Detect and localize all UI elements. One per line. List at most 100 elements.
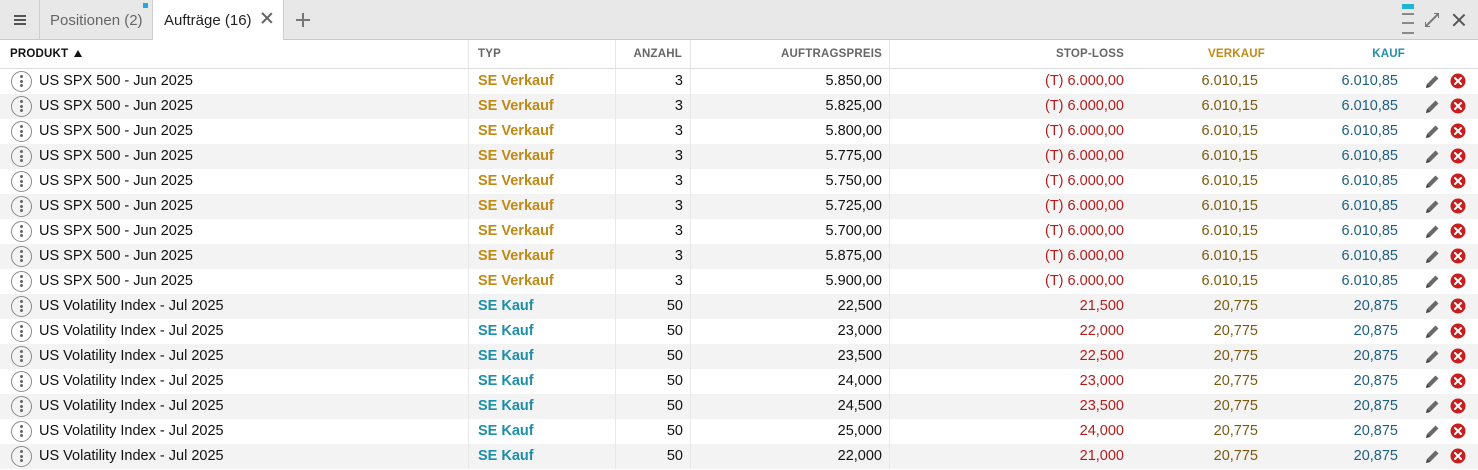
row-menu-icon[interactable] bbox=[11, 246, 32, 267]
delete-order-icon[interactable] bbox=[1450, 223, 1466, 239]
cell-stop-loss: 23,500 bbox=[889, 394, 1131, 419]
delete-order-icon[interactable] bbox=[1450, 398, 1466, 414]
cell-verkauf: 6.010,15 bbox=[1201, 198, 1258, 214]
tab-positions-label: Positionen (2) bbox=[50, 11, 143, 29]
cell-auftragspreis: 5.800,00 bbox=[690, 119, 889, 144]
cell-stop-loss: (T) 6.000,00 bbox=[889, 219, 1131, 244]
table-row[interactable]: US SPX 500 - Jun 2025 SE Verkauf 3 5.775… bbox=[0, 144, 1478, 169]
edit-pencil-icon[interactable] bbox=[1424, 448, 1441, 465]
cell-produkt: US Volatility Index - Jul 2025 bbox=[39, 348, 224, 364]
table-row[interactable]: US Volatility Index - Jul 2025 SE Kauf 5… bbox=[0, 344, 1478, 369]
row-menu-icon[interactable] bbox=[11, 71, 32, 92]
edit-pencil-icon[interactable] bbox=[1424, 148, 1441, 165]
edit-pencil-icon[interactable] bbox=[1424, 373, 1441, 390]
tab-orders[interactable]: Aufträge (16) bbox=[153, 0, 284, 41]
delete-order-icon[interactable] bbox=[1450, 423, 1466, 439]
edit-pencil-icon[interactable] bbox=[1424, 248, 1441, 265]
delete-order-icon[interactable] bbox=[1450, 123, 1466, 139]
delete-order-icon[interactable] bbox=[1450, 348, 1466, 364]
delete-order-icon[interactable] bbox=[1450, 173, 1466, 189]
table-row[interactable]: US SPX 500 - Jun 2025 SE Verkauf 3 5.850… bbox=[0, 69, 1478, 94]
tab-positions[interactable]: Positionen (2) bbox=[40, 0, 153, 40]
delete-order-icon[interactable] bbox=[1450, 73, 1466, 89]
edit-pencil-icon[interactable] bbox=[1424, 198, 1441, 215]
table-row[interactable]: US SPX 500 - Jun 2025 SE Verkauf 3 5.900… bbox=[0, 269, 1478, 294]
row-menu-icon[interactable] bbox=[11, 146, 32, 167]
delete-order-icon[interactable] bbox=[1450, 148, 1466, 164]
column-header-auftragspreis[interactable]: AUFTRAGSPREIS bbox=[690, 40, 889, 69]
table-row[interactable]: US SPX 500 - Jun 2025 SE Verkauf 3 5.725… bbox=[0, 194, 1478, 219]
delete-order-icon[interactable] bbox=[1450, 448, 1466, 464]
edit-pencil-icon[interactable] bbox=[1424, 173, 1441, 190]
column-header-kauf[interactable]: KAUF bbox=[1265, 40, 1405, 69]
row-menu-icon[interactable] bbox=[11, 446, 32, 467]
table-row[interactable]: US Volatility Index - Jul 2025 SE Kauf 5… bbox=[0, 444, 1478, 469]
edit-pencil-icon[interactable] bbox=[1424, 273, 1441, 290]
table-row[interactable]: US Volatility Index - Jul 2025 SE Kauf 5… bbox=[0, 369, 1478, 394]
cell-anzahl: 50 bbox=[615, 344, 690, 369]
row-menu-icon[interactable] bbox=[11, 421, 32, 442]
row-menu-icon[interactable] bbox=[11, 121, 32, 142]
table-row[interactable]: US SPX 500 - Jun 2025 SE Verkauf 3 5.875… bbox=[0, 244, 1478, 269]
column-header-stop-loss[interactable]: STOP-LOSS bbox=[889, 40, 1131, 69]
add-tab-icon[interactable] bbox=[294, 11, 312, 29]
table-row[interactable]: US SPX 500 - Jun 2025 SE Verkauf 3 5.800… bbox=[0, 119, 1478, 144]
cell-stop-loss: (T) 6.000,00 bbox=[889, 244, 1131, 269]
delete-order-icon[interactable] bbox=[1450, 98, 1466, 114]
row-menu-icon[interactable] bbox=[11, 271, 32, 292]
delete-order-icon[interactable] bbox=[1450, 323, 1466, 339]
row-menu-icon[interactable] bbox=[11, 221, 32, 242]
cell-stop-loss: 21,500 bbox=[889, 294, 1131, 319]
cell-stop-loss: (T) 6.000,00 bbox=[889, 119, 1131, 144]
delete-order-icon[interactable] bbox=[1450, 273, 1466, 289]
edit-pencil-icon[interactable] bbox=[1424, 123, 1441, 140]
column-header-anzahl[interactable]: ANZAHL bbox=[615, 40, 690, 69]
column-header-typ[interactable]: TYP bbox=[468, 40, 615, 69]
table-row[interactable]: US SPX 500 - Jun 2025 SE Verkauf 3 5.750… bbox=[0, 169, 1478, 194]
layout-icon[interactable] bbox=[1402, 4, 1414, 36]
edit-pencil-icon[interactable] bbox=[1424, 223, 1441, 240]
edit-pencil-icon[interactable] bbox=[1424, 423, 1441, 440]
delete-order-icon[interactable] bbox=[1450, 298, 1466, 314]
edit-pencil-icon[interactable] bbox=[1424, 298, 1441, 315]
close-tab-icon[interactable] bbox=[261, 12, 273, 24]
table-row[interactable]: US Volatility Index - Jul 2025 SE Kauf 5… bbox=[0, 319, 1478, 344]
edit-pencil-icon[interactable] bbox=[1424, 398, 1441, 415]
column-header-verkauf[interactable]: VERKAUF bbox=[1131, 40, 1265, 69]
row-menu-icon[interactable] bbox=[11, 296, 32, 317]
row-menu-icon[interactable] bbox=[11, 371, 32, 392]
delete-order-icon[interactable] bbox=[1450, 248, 1466, 264]
row-menu-icon[interactable] bbox=[11, 396, 32, 417]
cell-stop-loss: (T) 6.000,00 bbox=[889, 269, 1131, 294]
delete-order-icon[interactable] bbox=[1450, 373, 1466, 389]
table-row[interactable]: US SPX 500 - Jun 2025 SE Verkauf 3 5.825… bbox=[0, 94, 1478, 119]
table-body: US SPX 500 - Jun 2025 SE Verkauf 3 5.850… bbox=[0, 69, 1478, 469]
table-row[interactable]: US Volatility Index - Jul 2025 SE Kauf 5… bbox=[0, 394, 1478, 419]
table-row[interactable]: US SPX 500 - Jun 2025 SE Verkauf 3 5.700… bbox=[0, 219, 1478, 244]
column-header-produkt[interactable]: PRODUKT bbox=[10, 40, 83, 69]
row-menu-icon[interactable] bbox=[11, 96, 32, 117]
expand-icon[interactable] bbox=[1425, 13, 1439, 27]
edit-pencil-icon[interactable] bbox=[1424, 323, 1441, 340]
table-row[interactable]: US Volatility Index - Jul 2025 SE Kauf 5… bbox=[0, 419, 1478, 444]
row-menu-icon[interactable] bbox=[11, 346, 32, 367]
cell-typ: SE Kauf bbox=[468, 344, 615, 369]
edit-pencil-icon[interactable] bbox=[1424, 73, 1441, 90]
row-menu-icon[interactable] bbox=[11, 171, 32, 192]
menu-button[interactable] bbox=[0, 0, 40, 40]
table-header: PRODUKT TYP ANZAHL AUFTRAGSPREIS STOP-LO… bbox=[0, 40, 1478, 69]
close-icon[interactable] bbox=[1452, 13, 1466, 27]
edit-pencil-icon[interactable] bbox=[1424, 348, 1441, 365]
cell-verkauf: 6.010,15 bbox=[1201, 223, 1258, 239]
cell-verkauf: 20,775 bbox=[1213, 348, 1258, 364]
cell-auftragspreis: 23,500 bbox=[690, 344, 889, 369]
cell-kauf: 6.010,85 bbox=[1341, 98, 1398, 114]
cell-kauf: 20,875 bbox=[1353, 423, 1398, 439]
cell-kauf: 20,875 bbox=[1353, 323, 1398, 339]
table-row[interactable]: US Volatility Index - Jul 2025 SE Kauf 5… bbox=[0, 294, 1478, 319]
row-menu-icon[interactable] bbox=[11, 321, 32, 342]
edit-pencil-icon[interactable] bbox=[1424, 98, 1441, 115]
row-menu-icon[interactable] bbox=[11, 196, 32, 217]
tab-bar: Positionen (2) Aufträge (16) bbox=[0, 0, 1478, 41]
delete-order-icon[interactable] bbox=[1450, 198, 1466, 214]
